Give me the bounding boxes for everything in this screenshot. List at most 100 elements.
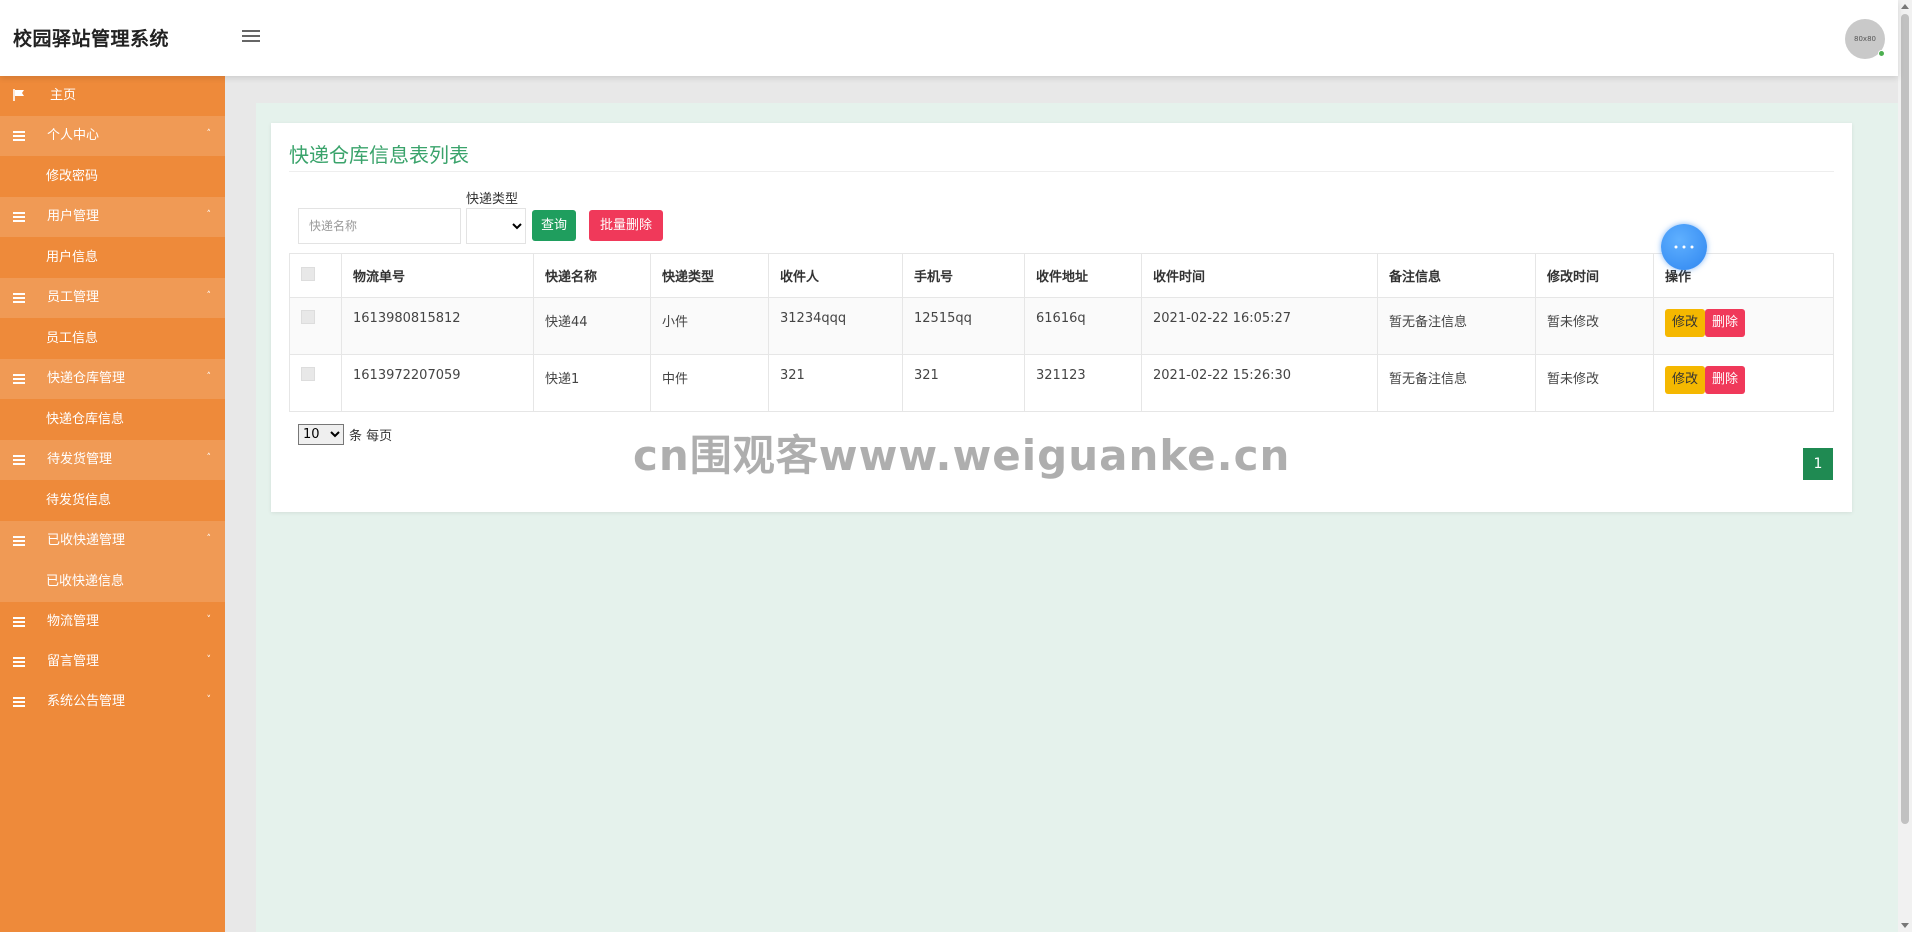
delete-button[interactable]: 删除	[1705, 366, 1746, 394]
sidebar-group-personal[interactable]: 个人中心 ˄	[0, 116, 225, 156]
flag-icon	[13, 89, 24, 101]
list-icon	[13, 697, 25, 707]
avatar[interactable]: 80x80	[1845, 19, 1885, 59]
list-icon	[13, 617, 25, 627]
list-icon	[13, 455, 25, 465]
per-page-suffix: 条 每页	[349, 429, 393, 444]
sidebar-item-change-password[interactable]: 修改密码	[0, 156, 225, 197]
online-status-dot	[1878, 50, 1885, 57]
sidebar-group-label: 个人中心	[47, 128, 100, 143]
tracking-number-cell: 1613972207059	[341, 354, 534, 412]
actions-cell: 修改 删除	[1653, 297, 1834, 355]
sidebar-group-logistics[interactable]: 物流管理 ˅	[0, 602, 225, 642]
sidebar-group-label: 快递仓库管理	[47, 371, 126, 386]
sidebar-group-messages[interactable]: 留言管理 ˅	[0, 642, 225, 682]
sidebar: 主页 个人中心 ˄ 修改密码 用户管理 ˄ 用户信息 员工管理 ˄ 员工信息 快…	[0, 76, 225, 932]
chevron-up-icon: ˄	[206, 372, 212, 382]
select-all-cell	[289, 253, 342, 298]
sidebar-group-label: 系统公告管理	[47, 694, 126, 709]
chevron-up-icon: ˄	[206, 291, 212, 301]
column-header: 备注信息	[1377, 253, 1536, 298]
table-row: 1613972207059 快递1 中件 321 321 321123 2021…	[289, 354, 1834, 412]
batch-delete-button[interactable]: 批量删除	[589, 210, 664, 241]
phone-cell: 321	[902, 354, 1025, 412]
scroll-up-arrow-icon[interactable]	[1901, 4, 1909, 9]
sidebar-group-label: 待发货管理	[47, 452, 113, 467]
chevron-up-icon: ˄	[206, 453, 212, 463]
chevron-down-icon: ˅	[206, 655, 212, 665]
sidebar-item-label: 主页	[50, 88, 77, 103]
remark-cell: 暂无备注信息	[1377, 297, 1536, 355]
scroll-thumb[interactable]	[1901, 14, 1909, 824]
page-title: 快递仓库信息表列表	[289, 143, 469, 167]
sidebar-item-home[interactable]: 主页	[0, 76, 225, 116]
query-button[interactable]: 查询	[532, 210, 577, 241]
modified-time-cell: 暂未修改	[1535, 354, 1654, 412]
remark-cell: 暂无备注信息	[1377, 354, 1536, 412]
sidebar-group-label: 留言管理	[47, 654, 100, 669]
sidebar-group-announcements[interactable]: 系统公告管理 ˅	[0, 682, 225, 722]
chevron-down-icon: ˅	[206, 615, 212, 625]
modified-time-cell: 暂未修改	[1535, 297, 1654, 355]
chevron-up-icon: ˄	[206, 210, 212, 220]
sidebar-group-label: 员工管理	[47, 290, 100, 305]
sidebar-item-pending-info[interactable]: 待发货信息	[0, 480, 225, 521]
row-checkbox[interactable]	[301, 310, 315, 324]
sidebar-group-pending[interactable]: 待发货管理 ˄	[0, 440, 225, 480]
express-name-cell: 快递1	[533, 354, 651, 412]
chevron-down-icon: ˅	[206, 695, 212, 705]
sidebar-group-label: 已收快递管理	[47, 533, 126, 548]
table-header-row: 物流单号 快递名称 快递类型 收件人 手机号 收件地址 收件时间 备注信息 修改…	[289, 253, 1834, 298]
delete-button[interactable]: 删除	[1705, 309, 1746, 337]
sidebar-item-warehouse-info[interactable]: 快递仓库信息	[0, 399, 225, 440]
column-header: 手机号	[902, 253, 1025, 298]
warehouse-table: 物流单号 快递名称 快递类型 收件人 手机号 收件地址 收件时间 备注信息 修改…	[289, 253, 1834, 412]
chevron-up-icon: ˄	[206, 129, 212, 139]
sidebar-group-staff[interactable]: 员工管理 ˄	[0, 278, 225, 318]
express-type-select[interactable]	[466, 208, 526, 244]
sidebar-group-warehouse[interactable]: 快递仓库管理 ˄	[0, 359, 225, 399]
recipient-cell: 31234qqq	[768, 297, 903, 355]
express-type-cell: 中件	[650, 354, 769, 412]
received-time-cell: 2021-02-22 16:05:27	[1141, 297, 1378, 355]
sidebar-group-users[interactable]: 用户管理 ˄	[0, 197, 225, 237]
address-cell: 61616q	[1024, 297, 1142, 355]
column-header: 快递类型	[650, 253, 769, 298]
row-checkbox[interactable]	[301, 367, 315, 381]
floating-assist-ball[interactable]	[1661, 224, 1707, 270]
watermark-text: cn围观客www.weiguanke.cn	[633, 431, 1291, 480]
menu-toggle-icon[interactable]	[242, 30, 260, 44]
sidebar-item-received-info[interactable]: 已收快递信息	[0, 561, 225, 602]
column-header: 修改时间	[1535, 253, 1654, 298]
recipient-cell: 321	[768, 354, 903, 412]
sidebar-group-label: 用户管理	[47, 209, 100, 224]
column-header: 收件地址	[1024, 253, 1142, 298]
edit-button[interactable]: 修改	[1665, 309, 1706, 337]
actions-cell: 修改 删除	[1653, 354, 1834, 412]
express-name-search-input[interactable]	[298, 208, 461, 244]
address-cell: 321123	[1024, 354, 1142, 412]
sidebar-item-staff-info[interactable]: 员工信息	[0, 318, 225, 359]
per-page-select[interactable]: 10	[298, 424, 344, 445]
scroll-down-arrow-icon[interactable]	[1901, 923, 1909, 928]
list-icon	[13, 293, 25, 303]
list-icon	[13, 657, 25, 667]
vertical-scrollbar[interactable]	[1898, 0, 1912, 932]
list-icon	[13, 131, 25, 141]
title-divider	[289, 171, 1834, 172]
tracking-number-cell: 1613980815812	[341, 297, 534, 355]
list-icon	[13, 212, 25, 222]
table-row: 1613980815812 快递44 小件 31234qqq 12515qq 6…	[289, 297, 1834, 355]
select-all-checkbox[interactable]	[301, 266, 315, 281]
express-name-cell: 快递44	[533, 297, 651, 355]
sidebar-item-user-info[interactable]: 用户信息	[0, 237, 225, 278]
sidebar-group-received[interactable]: 已收快递管理 ˄	[0, 521, 225, 561]
avatar-placeholder-text: 80x80	[1854, 35, 1876, 43]
express-type-label: 快递类型	[466, 192, 519, 207]
phone-cell: 12515qq	[902, 297, 1025, 355]
column-header: 快递名称	[533, 253, 651, 298]
row-select-cell	[289, 297, 342, 355]
page-button-current[interactable]: 1	[1803, 448, 1833, 480]
edit-button[interactable]: 修改	[1665, 366, 1706, 394]
list-icon	[13, 374, 25, 384]
